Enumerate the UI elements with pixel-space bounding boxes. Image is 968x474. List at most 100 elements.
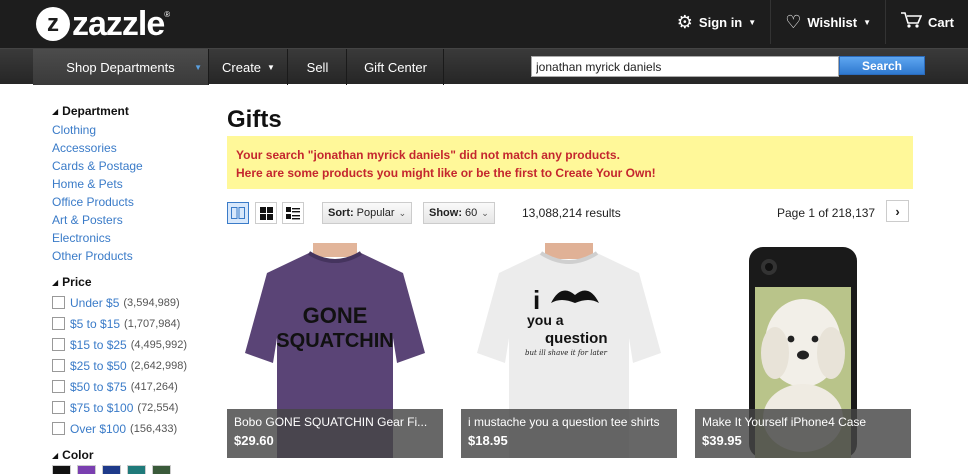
price-filter-row[interactable]: $5 to $15 (1,707,984) bbox=[52, 313, 212, 334]
price-checkbox[interactable] bbox=[52, 296, 65, 309]
list-view-icon bbox=[286, 206, 300, 219]
price-filter-label[interactable]: $50 to $75 bbox=[70, 380, 127, 394]
gear-icon: ⚙ bbox=[676, 11, 693, 32]
zazzle-logo[interactable]: z zazzle ® bbox=[36, 4, 170, 44]
price-checkbox[interactable] bbox=[52, 317, 65, 330]
department-link[interactable]: Art & Posters bbox=[52, 211, 212, 229]
department-link[interactable]: Cards & Postage bbox=[52, 157, 212, 175]
sign-in-menu[interactable]: ⚙ Sign in ▼ bbox=[663, 0, 770, 44]
department-heading[interactable]: ◢ Department bbox=[52, 104, 212, 118]
show-value: 60 bbox=[465, 207, 478, 219]
price-filter-label[interactable]: Over $100 bbox=[70, 422, 126, 436]
price-checkbox[interactable] bbox=[52, 401, 65, 414]
list-view-button[interactable] bbox=[282, 202, 304, 224]
product-card[interactable]: Make It Yourself iPhone4 Case $39.95 bbox=[695, 243, 911, 458]
price-checkbox[interactable] bbox=[52, 380, 65, 393]
color-swatch[interactable] bbox=[52, 465, 71, 474]
price-filter-row[interactable]: Under $5 (3,594,989) bbox=[52, 292, 212, 313]
color-swatch[interactable] bbox=[102, 465, 121, 474]
small-grid-view-button[interactable] bbox=[255, 202, 277, 224]
account-nav: ⚙ Sign in ▼ ♡ Wishlist ▼ Cart bbox=[663, 0, 968, 44]
price-filter-label[interactable]: $25 to $50 bbox=[70, 359, 127, 373]
next-page-button[interactable]: › bbox=[886, 200, 909, 222]
cart-link[interactable]: Cart bbox=[884, 0, 968, 44]
price-filter-label[interactable]: $15 to $25 bbox=[70, 338, 127, 352]
price-filter-count: (1,707,984) bbox=[124, 317, 181, 330]
product-title[interactable]: Bobo GONE SQUATCHIN Gear Fi... bbox=[234, 415, 436, 429]
price-heading[interactable]: ◢ Price bbox=[52, 275, 212, 289]
color-heading[interactable]: ◢ Color bbox=[52, 448, 212, 462]
logo-registered-mark: ® bbox=[164, 10, 171, 19]
create-menu[interactable]: Create ▼ bbox=[210, 49, 288, 85]
department-link[interactable]: Other Products bbox=[52, 247, 212, 265]
price-filter-count: (72,554) bbox=[137, 401, 179, 414]
price-filter-label[interactable]: Under $5 bbox=[70, 296, 119, 310]
sign-in-label: Sign in bbox=[698, 14, 743, 30]
main-navbar: Shop Departments ▼ Create ▼ Sell Gift Ce… bbox=[0, 48, 968, 85]
triangle-down-icon: ◢ bbox=[52, 277, 59, 287]
page-title: Gifts bbox=[227, 106, 282, 133]
shop-departments-menu[interactable]: Shop Departments ▼ bbox=[33, 49, 209, 85]
results-toolbar: Sort: Popular ⌄ Show: 60 ⌄ 13,088,214 re… bbox=[227, 200, 913, 224]
price-filter-row[interactable]: $25 to $50 (2,642,998) bbox=[52, 355, 212, 376]
triangle-down-icon: ◢ bbox=[52, 106, 59, 116]
price-filter-row[interactable]: $50 to $75 (417,264) bbox=[52, 376, 212, 397]
notice-line: Your search "jonathan myrick daniels" di… bbox=[236, 148, 620, 162]
color-swatch[interactable] bbox=[152, 465, 171, 474]
color-swatch[interactable] bbox=[77, 465, 96, 474]
price-checkbox[interactable] bbox=[52, 359, 65, 372]
gift-center-link[interactable]: Gift Center bbox=[348, 49, 444, 85]
main-content: Gifts Your search "jonathan myrick danie… bbox=[227, 106, 913, 224]
price-filter-count: (417,264) bbox=[130, 380, 178, 393]
cart-icon bbox=[900, 11, 923, 34]
search-button[interactable]: Search bbox=[839, 56, 925, 75]
price-checkbox[interactable] bbox=[52, 338, 65, 351]
color-swatches bbox=[52, 465, 212, 474]
chevron-down-icon: ▼ bbox=[748, 17, 757, 27]
chevron-down-icon: ▼ bbox=[267, 62, 275, 72]
sort-dropdown[interactable]: Sort: Popular ⌄ bbox=[322, 202, 413, 224]
price-filter-label[interactable]: $5 to $15 bbox=[70, 317, 120, 331]
logo-text: zazzle bbox=[72, 4, 165, 43]
no-results-notice: Your search "jonathan myrick daniels" di… bbox=[227, 136, 913, 189]
sort-value: Popular bbox=[356, 207, 395, 219]
shirt-text: you a bbox=[527, 312, 564, 328]
top-header: z zazzle ® ⚙ Sign in ▼ ♡ Wishlist ▼ Cart bbox=[0, 0, 968, 48]
small-grid-icon bbox=[259, 206, 273, 220]
cart-label: Cart bbox=[927, 14, 954, 30]
product-card[interactable]: i you a question but ill shave it for la… bbox=[461, 243, 677, 458]
chevron-down-icon: ▼ bbox=[863, 17, 871, 27]
large-grid-view-button[interactable] bbox=[227, 202, 249, 224]
price-checkbox[interactable] bbox=[52, 422, 65, 435]
department-link[interactable]: Clothing bbox=[52, 121, 212, 139]
department-link[interactable]: Office Products bbox=[52, 193, 212, 211]
product-card[interactable]: GONE SQUATCHIN Bobo GONE SQUATCHIN Gear … bbox=[227, 243, 443, 458]
page-indicator: Page 1 of 218,137 bbox=[777, 206, 876, 220]
logo-badge: z bbox=[36, 7, 70, 41]
price-filter-label[interactable]: $75 to $100 bbox=[70, 401, 133, 415]
sell-label: Sell bbox=[306, 59, 329, 75]
product-title[interactable]: Make It Yourself iPhone4 Case bbox=[702, 415, 904, 429]
price-filter-count: (4,495,992) bbox=[130, 338, 187, 351]
sell-link[interactable]: Sell bbox=[289, 49, 347, 85]
large-grid-icon bbox=[231, 207, 245, 219]
notice-line[interactable]: Here are some products you might like or… bbox=[236, 164, 904, 182]
price-filter-count: (3,594,989) bbox=[123, 296, 180, 309]
shop-departments-label: Shop Departments bbox=[66, 59, 175, 75]
department-link[interactable]: Electronics bbox=[52, 229, 212, 247]
results-count: 13,088,214 results bbox=[522, 206, 621, 220]
show-dropdown[interactable]: Show: 60 ⌄ bbox=[423, 202, 495, 224]
wishlist-menu[interactable]: ♡ Wishlist ▼ bbox=[770, 0, 885, 44]
price-filter-row[interactable]: Over $100 (156,433) bbox=[52, 418, 212, 439]
product-caption: Make It Yourself iPhone4 Case $39.95 bbox=[695, 409, 911, 458]
department-link[interactable]: Accessories bbox=[52, 139, 212, 157]
product-title[interactable]: i mustache you a question tee shirts bbox=[468, 415, 670, 429]
price-filter-row[interactable]: $75 to $100 (72,554) bbox=[52, 397, 212, 418]
wishlist-label: Wishlist bbox=[807, 14, 858, 30]
department-link[interactable]: Home & Pets bbox=[52, 175, 212, 193]
price-filter-row[interactable]: $15 to $25 (4,495,992) bbox=[52, 334, 212, 355]
gift-center-label: Gift Center bbox=[364, 59, 427, 75]
product-price: $39.95 bbox=[702, 433, 742, 448]
color-swatch[interactable] bbox=[127, 465, 146, 474]
search-input[interactable] bbox=[531, 56, 839, 77]
